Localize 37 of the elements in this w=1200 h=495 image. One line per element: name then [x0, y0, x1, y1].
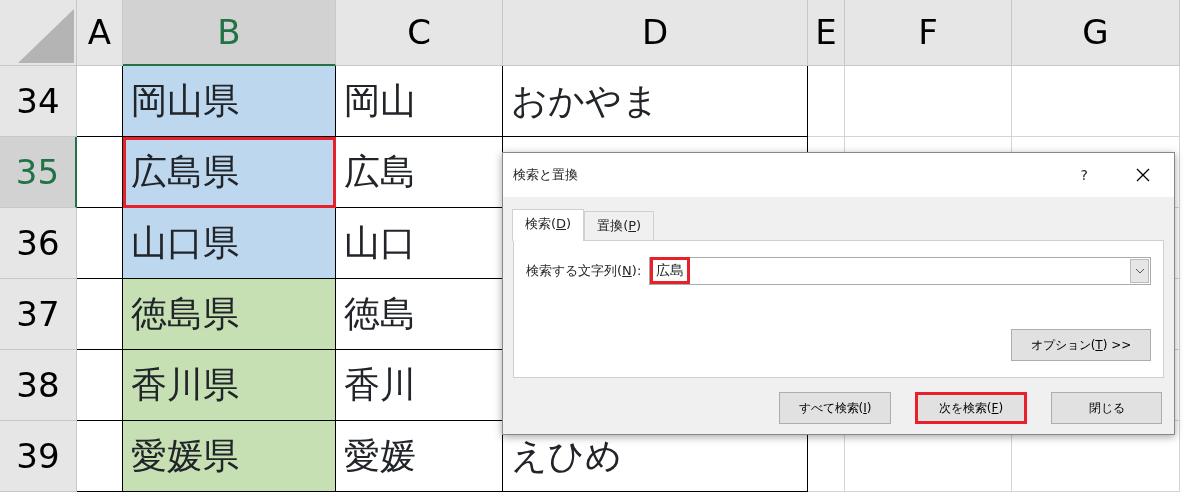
column-header[interactable]: D [503, 0, 808, 66]
triangle-icon [16, 7, 76, 65]
field-value: 広島 [650, 257, 691, 284]
help-button[interactable]: ? [1080, 164, 1088, 186]
tab[interactable]: 検索(D) [512, 209, 585, 241]
select-all-corner[interactable] [0, 0, 77, 66]
tab[interactable]: 置換(P) [584, 211, 655, 240]
column-header[interactable]: G [1012, 0, 1180, 66]
row-header[interactable]: 39 [0, 421, 77, 492]
table-cell: おかやま [503, 66, 808, 137]
column-header[interactable]: A [77, 0, 123, 66]
options-button[interactable]: オプション(T) >> [1011, 328, 1151, 361]
dialog-button[interactable]: 次を検索(F) [915, 391, 1027, 424]
table-cell: 岡山県 [123, 66, 336, 137]
close-icon[interactable] [1136, 168, 1150, 182]
table-cell: 愛媛県 [123, 421, 336, 492]
field-label: 検索する文字列(N): [526, 261, 642, 280]
row-header[interactable]: 36 [0, 208, 77, 279]
column-header[interactable]: E [808, 0, 845, 66]
table-cell: 広島県 [123, 137, 336, 208]
dialog-button[interactable]: すべて検索(I) [779, 391, 891, 424]
row-header[interactable]: 34 [0, 66, 77, 137]
column-header[interactable]: C [336, 0, 503, 66]
dialog-button[interactable]: 閉じる [1051, 391, 1162, 424]
row-header[interactable]: 37 [0, 279, 77, 350]
column-header[interactable]: B [123, 0, 336, 66]
dropdown-button[interactable] [1130, 258, 1149, 283]
table-cell: 山口県 [123, 208, 336, 279]
table-cell: 香川県 [123, 350, 336, 421]
dialog-title: 検索と置換 [513, 166, 578, 185]
table-cell: 岡山 [336, 66, 503, 137]
table-cell: 徳島県 [123, 279, 336, 350]
caret-icon [1134, 267, 1145, 274]
row-header[interactable]: 38 [0, 350, 77, 421]
search-field[interactable]: 広島 [649, 256, 1151, 285]
row-header[interactable]: 35 [0, 137, 77, 208]
column-header[interactable]: F [845, 0, 1012, 66]
